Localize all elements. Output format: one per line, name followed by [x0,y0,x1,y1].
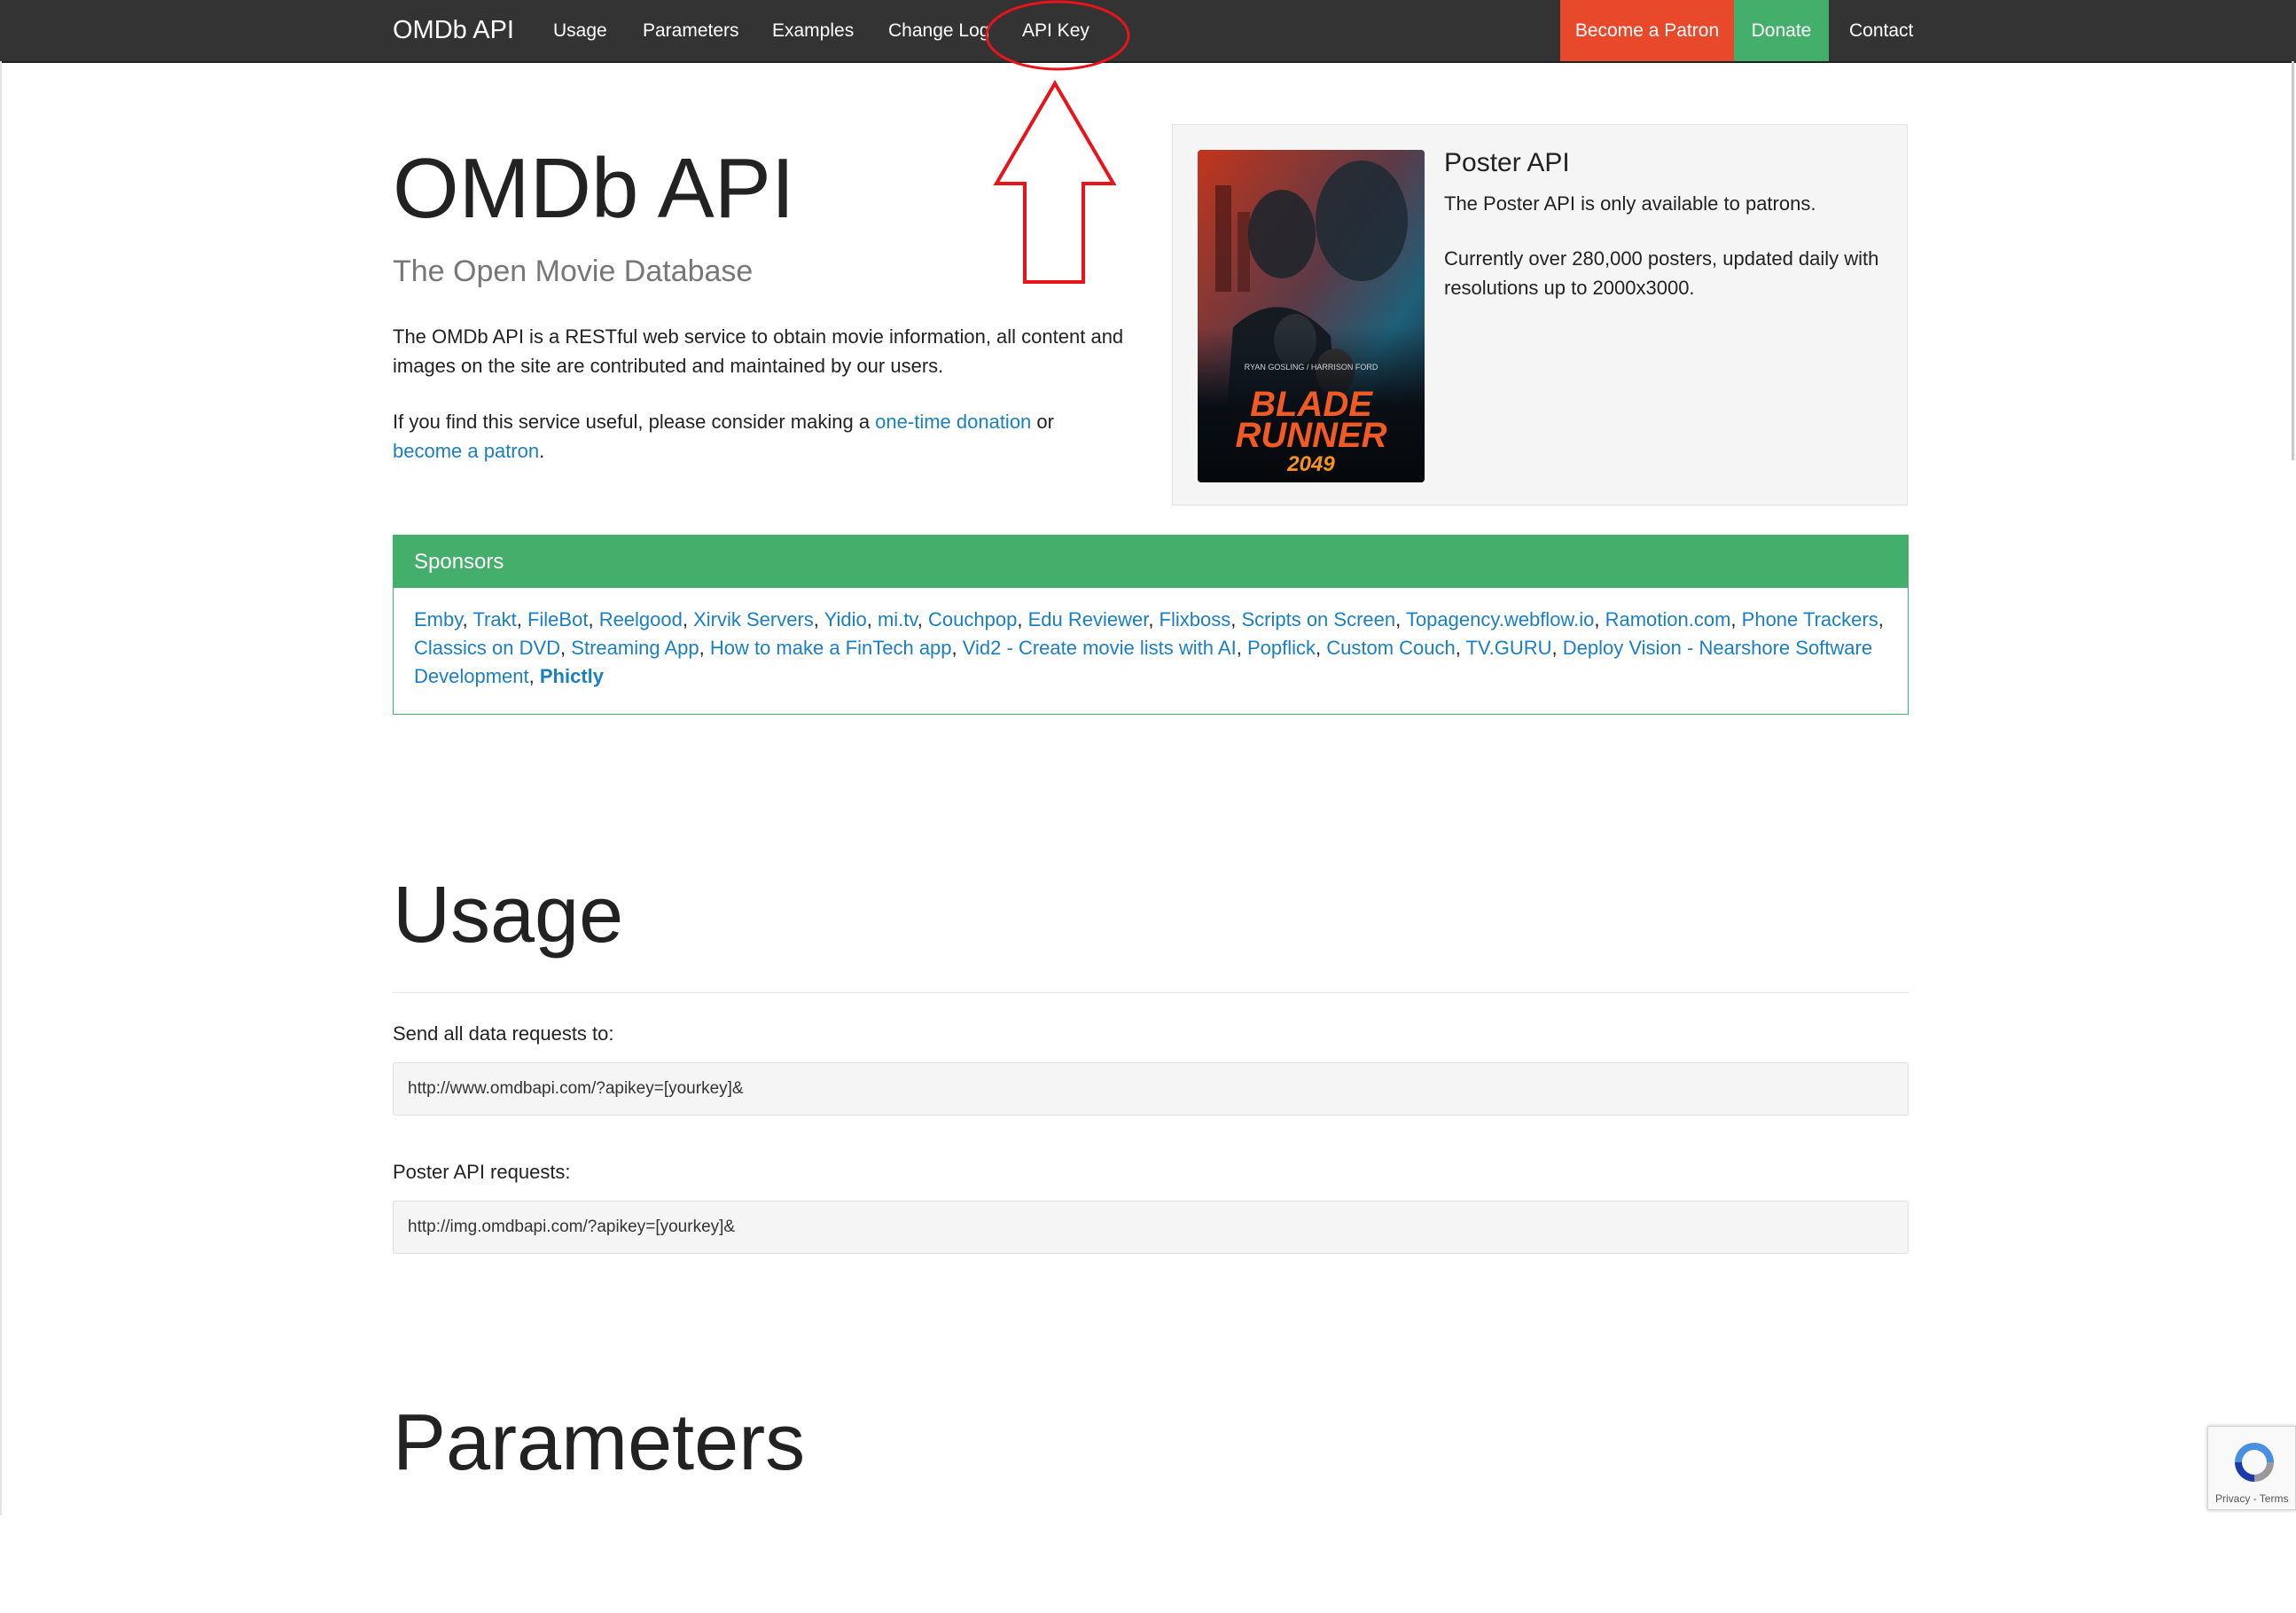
sponsor-separator: , [1594,608,1605,630]
sponsor-link[interactable]: Phone Trackers [1742,608,1878,630]
intro-text: The OMDb API is a RESTful web service to… [393,325,1124,377]
sponsor-separator: , [528,665,540,687]
poster-api-panel: RYAN GOSLING / HARRISON FORD BLADE RUNNE… [1172,124,1908,505]
poster-title-line2: RUNNER [1235,416,1386,455]
sponsor-link[interactable]: Yidio [824,608,867,630]
recaptcha-icon [2235,1443,2274,1482]
sponsor-link[interactable]: How to make a FinTech app [710,637,952,659]
sponsor-link[interactable]: Flixboss [1160,608,1231,630]
sponsor-link[interactable]: Ramotion.com [1605,608,1731,630]
sponsor-link[interactable]: TV.GURU [1466,637,1552,659]
scrollbar-thumb[interactable] [2292,61,2294,460]
sponsor-separator: , [813,608,824,630]
data-request-label: Send all data requests to: [393,1022,614,1045]
parameters-heading: Parameters [393,1398,806,1487]
sponsor-separator: , [866,608,878,630]
sponsor-separator: , [516,608,527,630]
brand-link[interactable]: OMDb API [393,0,514,61]
sponsor-link[interactable]: Trakt [472,608,516,630]
sponsor-separator: , [1236,637,1247,659]
annotation-overlay [985,0,1130,284]
sponsor-separator: , [462,608,473,630]
donation-text: If you find this service useful, please … [393,407,1128,466]
sponsor-separator: , [917,608,929,630]
sponsor-separator: , [699,637,710,659]
donate-button[interactable]: Donate [1734,0,1829,61]
sponsor-separator: , [1730,608,1742,630]
sponsor-link[interactable]: mi.tv [878,608,918,630]
sponsor-link[interactable]: Couchpop [928,608,1017,630]
become-patron-link[interactable]: become a patron [393,440,539,462]
sponsor-link-featured[interactable]: Phictly [540,665,604,687]
sponsor-link[interactable]: FileBot [527,608,588,630]
sponsor-link[interactable]: Classics on DVD [414,637,560,659]
nav-contact[interactable]: Contact [1849,0,1913,61]
nav-api-key[interactable]: API Key [1022,0,1089,61]
sponsor-separator: , [588,608,599,630]
nav-change-log[interactable]: Change Log [888,0,989,61]
become-patron-button[interactable]: Become a Patron [1560,0,1734,61]
nav-examples[interactable]: Examples [772,0,854,61]
page-title: OMDb API [393,141,795,236]
sponsors-panel: Sponsors Emby, Trakt, FileBot, Reelgood,… [393,535,1909,715]
nav-parameters[interactable]: Parameters [643,0,739,61]
sponsors-heading: Sponsors [394,536,1908,588]
sponsors-list: Emby, Trakt, FileBot, Reelgood, Xirvik S… [394,588,1908,709]
data-request-url: http://www.omdbapi.com/?apikey=[yourkey]… [393,1062,1909,1116]
poster-api-title: Poster API [1444,148,1570,177]
donation-end: . [539,440,545,462]
poster-year: 2049 [1286,452,1335,476]
sponsor-link[interactable]: Popflick [1247,637,1316,659]
usage-heading: Usage [393,871,624,959]
sponsor-link[interactable]: Emby [414,608,463,630]
donation-mid: or [1031,411,1054,433]
up-arrow-icon [993,80,1117,284]
poster-credits: RYAN GOSLING / HARRISON FORD [1245,363,1378,372]
sponsor-separator: , [951,637,963,659]
page-subtitle: The Open Movie Database [393,254,754,288]
poster-api-patrons-text: The Poster API is only available to patr… [1444,192,1816,215]
sponsor-link[interactable]: Custom Couch [1326,637,1456,659]
one-time-donation-link[interactable]: one-time donation [875,411,1031,433]
sponsor-separator: , [1878,608,1884,630]
section-divider [393,992,1909,993]
donation-pre: If you find this service useful, please … [393,411,876,433]
sponsor-link[interactable]: Xirvik Servers [693,608,814,630]
sponsor-separator: , [1230,608,1242,630]
top-navbar: OMDb API Usage Parameters Examples Chang… [0,0,2296,63]
sponsor-link[interactable]: Reelgood [599,608,683,630]
sponsor-link[interactable]: Streaming App [571,637,699,659]
recaptcha-badge[interactable]: Privacy - Terms [2207,1426,2296,1510]
sponsor-separator: , [1017,608,1028,630]
sponsor-separator: , [1148,608,1160,630]
sponsor-separator: , [1551,637,1563,659]
poster-api-count-text: Currently over 280,000 posters, updated … [1444,247,1879,299]
nav-usage[interactable]: Usage [553,0,607,61]
sponsor-link[interactable]: Vid2 - Create movie lists with AI [963,637,1237,659]
sponsor-link[interactable]: Topagency.webflow.io [1406,608,1594,630]
sponsor-separator: , [682,608,694,630]
movie-poster-image: RYAN GOSLING / HARRISON FORD BLADE RUNNE… [1198,150,1425,482]
poster-request-label: Poster API requests: [393,1161,571,1183]
sponsor-link[interactable]: Scripts on Screen [1241,608,1395,630]
page-left-border [0,61,2,1515]
sponsor-separator: , [560,637,572,659]
sponsor-separator: , [1395,608,1406,630]
poster-request-url: http://img.omdbapi.com/?apikey=[yourkey]… [393,1201,1909,1254]
sponsor-separator: , [1315,637,1327,659]
recaptcha-privacy-terms[interactable]: Privacy - Terms [2215,1492,2288,1505]
sponsor-separator: , [1455,637,1466,659]
sponsor-link[interactable]: Edu Reviewer [1028,608,1149,630]
